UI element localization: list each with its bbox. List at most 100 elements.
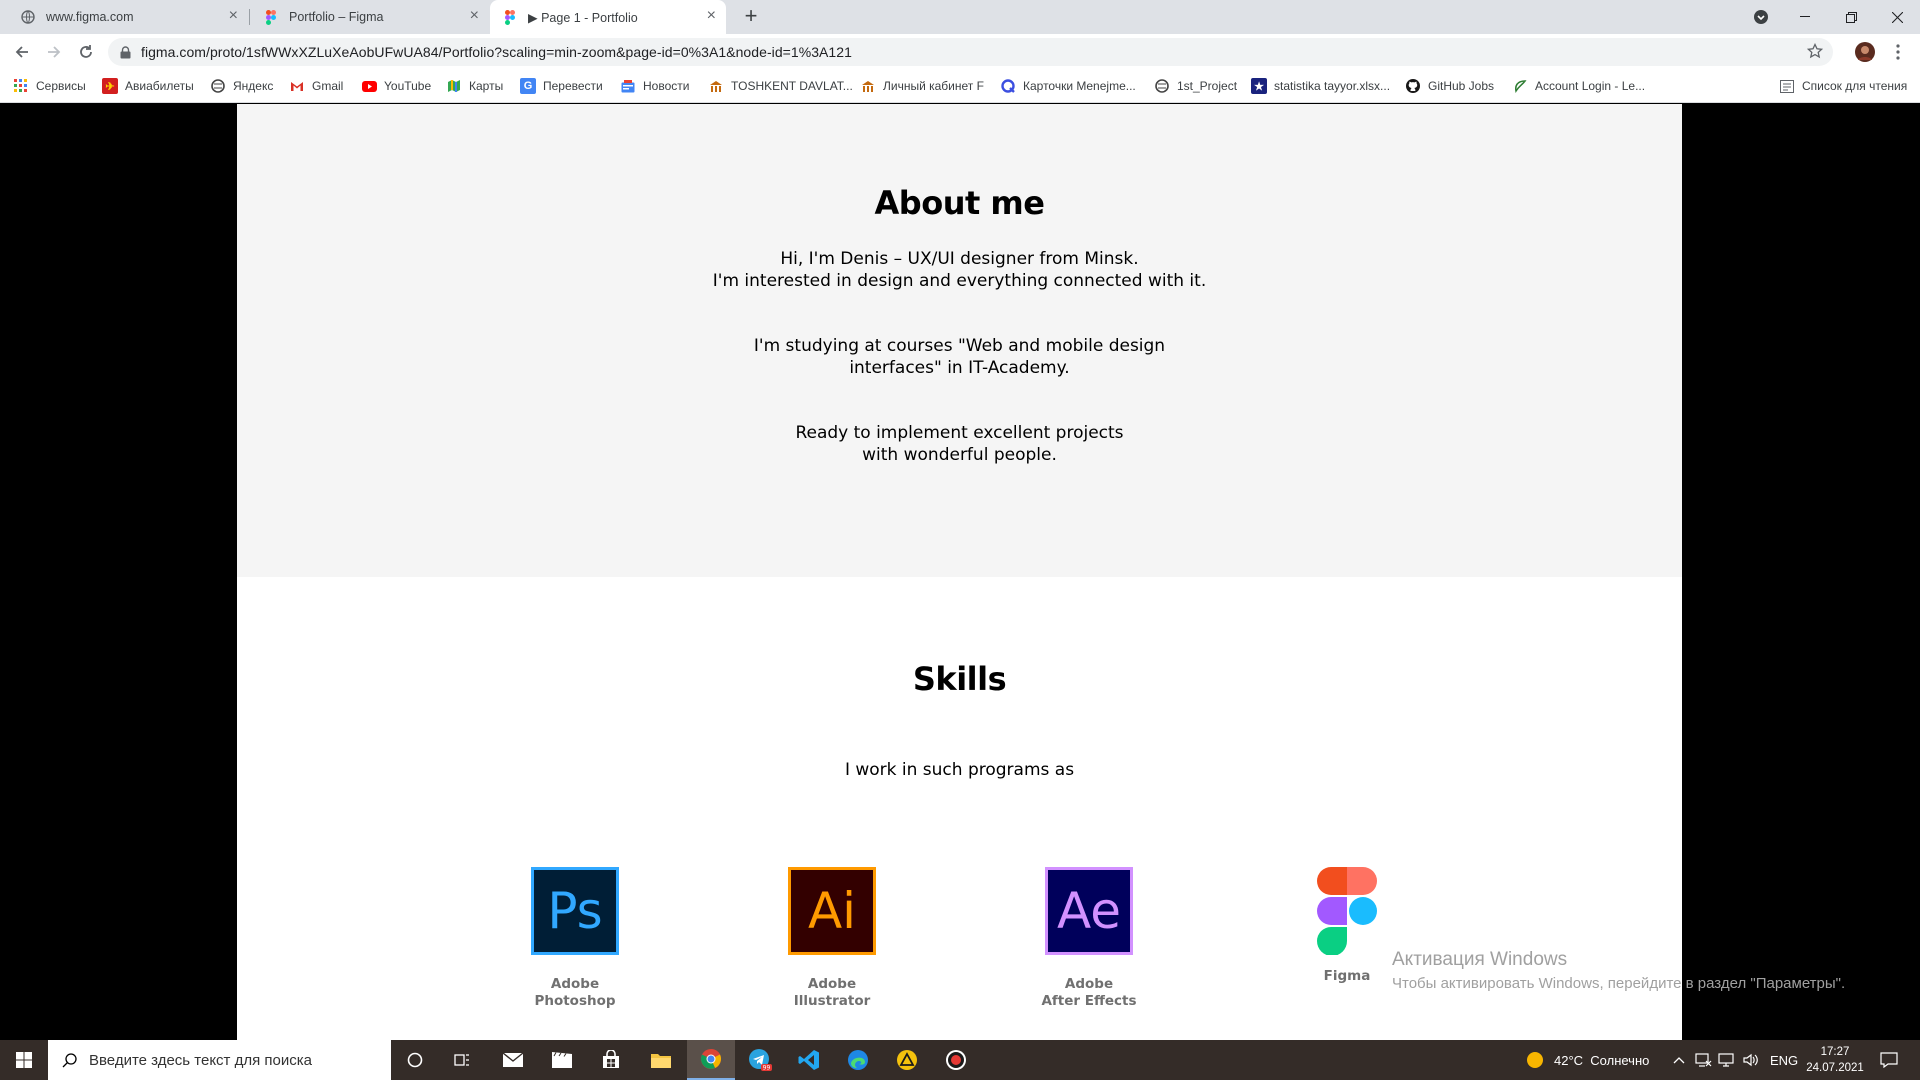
- bookmark-news[interactable]: Новости: [620, 78, 689, 94]
- bookmark-label: statistika tayyor.xlsx...: [1274, 79, 1391, 93]
- bookmark-yandex[interactable]: Яндекс: [210, 78, 273, 94]
- bookmark-maps[interactable]: Карты: [446, 78, 503, 94]
- reload-button[interactable]: [74, 40, 98, 64]
- new-tab-button[interactable]: +: [738, 4, 764, 30]
- cortana-icon[interactable]: [391, 1040, 439, 1080]
- bookmark-statistika[interactable]: ★ statistika tayyor.xlsx...: [1251, 78, 1390, 94]
- bookmark-services[interactable]: Сервисы: [13, 78, 86, 94]
- close-icon[interactable]: ×: [707, 8, 716, 24]
- tab-figma-site[interactable]: www.figma.com ×: [8, 0, 248, 34]
- bookmark-aviabilety[interactable]: ✈ Авиабилеты: [102, 78, 194, 94]
- svg-text:99: 99: [763, 1065, 771, 1072]
- bookmarks-bar: Сервисы ✈ Авиабилеты Яндекс Gmail YouTube…: [0, 70, 1920, 103]
- bookmark-label: 1st_Project: [1177, 79, 1238, 93]
- skill-label-line-2: Illustrator: [793, 993, 871, 1009]
- globe-icon: [1154, 78, 1170, 94]
- windows-taskbar: Введите здесь текст для поиска 99 42°C С: [0, 1040, 1920, 1080]
- bookmark-gmail[interactable]: Gmail: [289, 78, 343, 94]
- tab-divider: [249, 9, 250, 25]
- windows-activation-watermark: Активация Windows Чтобы активировать Win…: [1392, 948, 1845, 994]
- lock-icon[interactable]: [120, 45, 131, 59]
- warning-app-icon[interactable]: [883, 1040, 931, 1080]
- profile-avatar[interactable]: [1853, 40, 1877, 64]
- courses-line-2: interfaces" in IT-Academy.: [849, 358, 1070, 378]
- language-indicator[interactable]: ENG: [1770, 1040, 1798, 1080]
- tab-title: ▶ Page 1 - Portfolio: [528, 10, 638, 25]
- close-icon[interactable]: ×: [470, 8, 479, 24]
- apps-grid-icon: [13, 78, 29, 94]
- flag-icon: ✈: [102, 78, 118, 94]
- vscode-icon[interactable]: [785, 1040, 833, 1080]
- bookmark-translate[interactable]: G Перевести: [520, 78, 603, 94]
- portfolio-frame[interactable]: About me Hi, I'm Denis – UX/UI designer …: [237, 104, 1682, 1040]
- restore-button[interactable]: [1828, 0, 1874, 34]
- skills-subtitle: I work in such programs as: [844, 760, 1075, 780]
- leaf-icon: [1512, 78, 1528, 94]
- bookmark-label: TOSHKENT DAVLAT...: [731, 79, 853, 93]
- close-window-button[interactable]: [1874, 0, 1920, 34]
- about-section: About me Hi, I'm Denis – UX/UI designer …: [237, 104, 1682, 577]
- start-button[interactable]: [0, 1040, 48, 1080]
- volume-icon[interactable]: [1742, 1040, 1760, 1080]
- skill-label: Adobe Illustrator: [752, 976, 912, 1010]
- bookmark-1st-project[interactable]: 1st_Project: [1154, 78, 1237, 94]
- bookmark-cabinet[interactable]: Личный кабинет F: [860, 78, 984, 94]
- bookmark-account-login[interactable]: Account Login - Le...: [1512, 78, 1645, 94]
- skill-label: Adobe After Effects: [1009, 976, 1169, 1010]
- bookmark-quizlet[interactable]: Карточки Menejme...: [1000, 78, 1136, 94]
- mail-icon[interactable]: [489, 1040, 537, 1080]
- store-icon[interactable]: [587, 1040, 635, 1080]
- search-placeholder: Введите здесь текст для поиска: [89, 1051, 312, 1069]
- bookmark-label: Яндекс: [233, 79, 274, 93]
- skill-label-line-1: Adobe: [807, 976, 857, 992]
- tab-title: www.figma.com: [46, 10, 134, 24]
- photoshop-icon: Ps: [531, 867, 619, 955]
- telegram-icon[interactable]: 99: [736, 1040, 784, 1080]
- edge-icon[interactable]: [834, 1040, 882, 1080]
- browser-menu-icon[interactable]: [1886, 40, 1910, 64]
- back-button[interactable]: [10, 40, 34, 64]
- bookmark-youtube[interactable]: YouTube: [361, 78, 431, 94]
- tab-portfolio-figma[interactable]: Portfolio – Figma ×: [251, 0, 489, 34]
- display-icon[interactable]: [1718, 1040, 1736, 1080]
- bookmark-github-jobs[interactable]: GitHub Jobs: [1405, 78, 1494, 94]
- watermark-title: Активация Windows: [1392, 949, 1568, 970]
- record-icon[interactable]: [932, 1040, 980, 1080]
- youtube-icon: [361, 78, 377, 94]
- reading-list-icon: [1779, 78, 1795, 94]
- browser-toolbar: figma.com/proto/1sfWWxXZLuXeAobUFwUA84/P…: [0, 34, 1920, 70]
- chrome-taskbar-icon[interactable]: [687, 1040, 735, 1080]
- quizlet-icon: [1000, 78, 1016, 94]
- bookmark-label: GitHub Jobs: [1428, 79, 1495, 93]
- skill-label-line-1: Adobe: [550, 976, 600, 992]
- taskbar-search-box[interactable]: Введите здесь текст для поиска: [48, 1040, 391, 1080]
- globe-icon: [20, 9, 36, 25]
- skill-label-line-2: Photoshop: [534, 993, 616, 1009]
- after-effects-icon: Ae: [1045, 867, 1133, 955]
- bookmark-label: Сервисы: [36, 79, 86, 93]
- close-icon[interactable]: ×: [229, 8, 238, 24]
- bookmark-toshkent[interactable]: TOSHKENT DAVLAT...: [708, 78, 853, 94]
- tab-page1-portfolio[interactable]: ▶ Page 1 - Portfolio ×: [490, 0, 726, 34]
- browser-tab-strip: www.figma.com × Portfolio – Figma × ▶ Pa…: [0, 0, 1920, 34]
- reading-list-button[interactable]: Список для чтения: [1779, 78, 1907, 94]
- url-text[interactable]: figma.com/proto/1sfWWxXZLuXeAobUFwUA84/P…: [141, 44, 852, 60]
- system-clock[interactable]: 17:27 24.07.2021: [1800, 1044, 1870, 1076]
- minimize-button[interactable]: [1782, 0, 1828, 34]
- clock-time: 17:27: [1820, 1046, 1850, 1058]
- task-view-icon[interactable]: [439, 1040, 487, 1080]
- network-icon[interactable]: [1694, 1040, 1712, 1080]
- file-explorer-icon[interactable]: [637, 1040, 685, 1080]
- watermark-text: Чтобы активировать Windows, перейдите в …: [1392, 975, 1846, 992]
- weather-widget[interactable]: 42°C Солнечно: [1526, 1040, 1649, 1080]
- ready-line-1: Ready to implement excellent projects: [795, 423, 1124, 443]
- video-editor-icon[interactable]: [538, 1040, 586, 1080]
- address-bar[interactable]: figma.com/proto/1sfWWxXZLuXeAobUFwUA84/P…: [108, 38, 1833, 66]
- forward-button[interactable]: [42, 40, 66, 64]
- tab-search-button[interactable]: [1738, 0, 1784, 34]
- bookmark-star-icon[interactable]: [1806, 42, 1824, 62]
- tray-overflow-icon[interactable]: [1673, 1040, 1685, 1080]
- bookmark-label: Gmail: [312, 79, 344, 93]
- notifications-icon[interactable]: [1880, 1040, 1898, 1080]
- illustrator-icon: Ai: [788, 867, 876, 955]
